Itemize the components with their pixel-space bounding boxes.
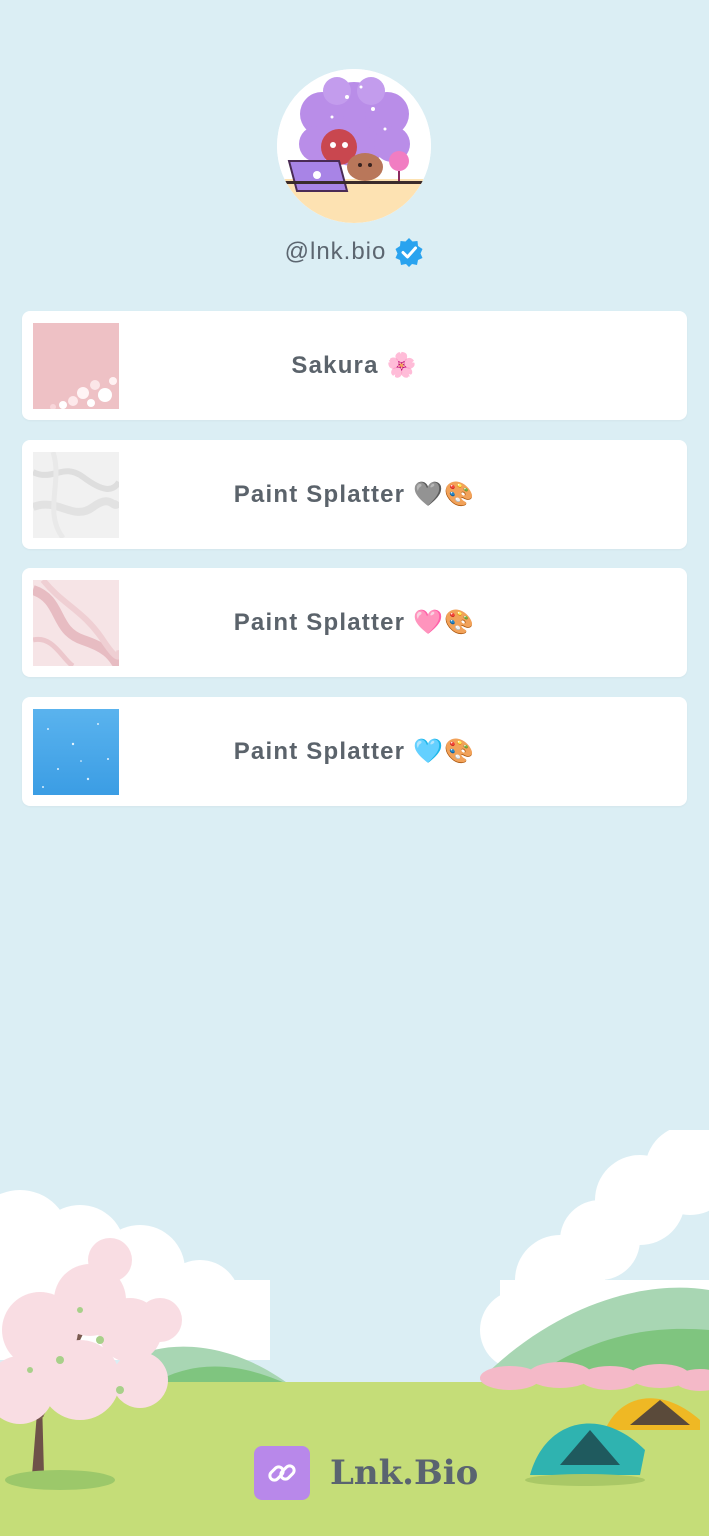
link-chain-icon [254,1446,310,1500]
link-label: Paint Splatter 🩵🎨 [233,738,476,765]
avatar-illustration [277,69,431,223]
brand-footer[interactable]: Lnk.Bio [254,1446,478,1500]
link-card-paint-splatter-pink[interactable]: Paint Splatter 🩷🎨 [22,568,687,677]
brand-name: Lnk.Bio [330,1453,479,1493]
verified-badge-icon [395,238,423,267]
link-label: Sakura 🌸 [291,352,418,379]
profile-header: @lnk.bio [0,234,709,270]
link-card-paint-splatter-blue[interactable]: Paint Splatter 🩵🎨 [22,697,687,806]
avatar [277,69,431,223]
username[interactable]: @lnk.bio [285,238,387,266]
link-label: Paint Splatter 🩷🎨 [233,609,476,636]
link-card-paint-splatter-gray[interactable]: Paint Splatter 🩶🎨 [22,440,687,549]
link-card-sakura[interactable]: Sakura 🌸 [22,311,687,420]
link-label: Paint Splatter 🩶🎨 [233,481,476,508]
